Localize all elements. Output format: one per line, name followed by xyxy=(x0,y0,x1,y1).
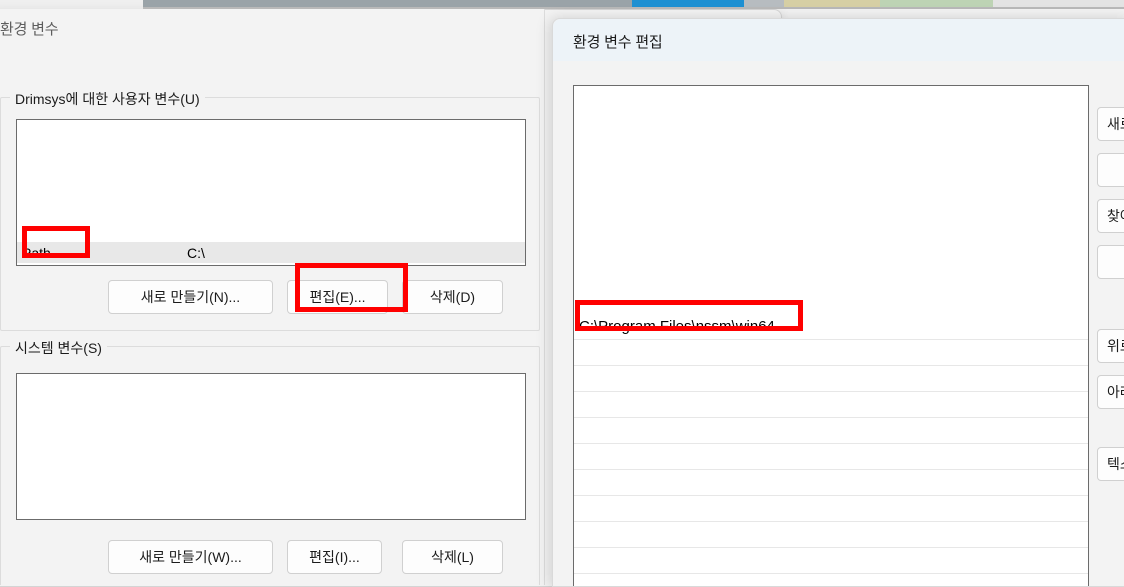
user-variables-legend: Drimsys에 대한 사용자 변수(U) xyxy=(10,89,205,109)
user-edit-button[interactable]: 편집(E)... xyxy=(287,280,388,314)
variable-value-cell: C:\ xyxy=(187,244,205,261)
system-new-button[interactable]: 새로 만들기(W)... xyxy=(108,540,273,574)
list-item[interactable] xyxy=(574,470,1088,496)
list-item[interactable] xyxy=(574,366,1088,392)
system-delete-button[interactable]: 삭제(L) xyxy=(402,540,503,574)
listbox-empty-space xyxy=(17,120,525,242)
environment-variables-dialog: 환경 변수 Drimsys에 대한 사용자 변수(U) Path C:\ 새로 만… xyxy=(0,9,545,585)
edit-dialog-move-up-button[interactable]: 위로 이동(U) xyxy=(1097,329,1124,363)
list-item[interactable] xyxy=(574,574,1088,586)
system-variables-listbox[interactable] xyxy=(16,373,526,520)
list-item[interactable] xyxy=(574,418,1088,444)
path-entries-listbox[interactable]: C:\Program Files\nssm\win64 xyxy=(573,85,1089,586)
edit-dialog-title: 환경 변수 편집 xyxy=(573,34,663,51)
variable-name-cell: Path xyxy=(22,244,51,261)
list-item[interactable] xyxy=(574,444,1088,470)
list-item[interactable]: C:\Program Files\nssm\win64 xyxy=(574,314,1088,340)
env-dialog-title: 환경 변수 xyxy=(0,21,59,38)
list-item[interactable] xyxy=(574,522,1088,548)
list-item[interactable] xyxy=(574,496,1088,522)
list-item[interactable] xyxy=(574,392,1088,418)
edit-dialog-move-down-button[interactable]: 아래로 이동(O) xyxy=(1097,375,1124,409)
user-variables-listbox[interactable]: Path C:\ xyxy=(16,119,526,266)
listbox-empty-space xyxy=(574,86,1088,314)
edit-dialog-edit-button[interactable] xyxy=(1097,153,1124,187)
system-edit-button[interactable]: 편집(I)... xyxy=(287,540,382,574)
list-item[interactable] xyxy=(574,548,1088,574)
edit-dialog-new-button[interactable]: 새로 만들기(N) xyxy=(1097,107,1124,141)
user-new-button[interactable]: 새로 만들기(N)... xyxy=(108,280,273,314)
table-row[interactable]: Path C:\ xyxy=(17,242,525,263)
edit-dialog-browse-button[interactable]: 찾아보기(B)... xyxy=(1097,199,1124,233)
list-item[interactable] xyxy=(574,340,1088,366)
system-variables-legend: 시스템 변수(S) xyxy=(10,338,107,358)
edit-dialog-delete-button[interactable] xyxy=(1097,245,1124,279)
edit-dialog-edit-text-button[interactable]: 텍스트 편집(T)... xyxy=(1097,447,1124,481)
user-delete-button[interactable]: 삭제(D) xyxy=(402,280,503,314)
edit-environment-variable-dialog: 환경 변수 편집 C:\Program Files\nssm\win64 새로 … xyxy=(552,18,1124,587)
